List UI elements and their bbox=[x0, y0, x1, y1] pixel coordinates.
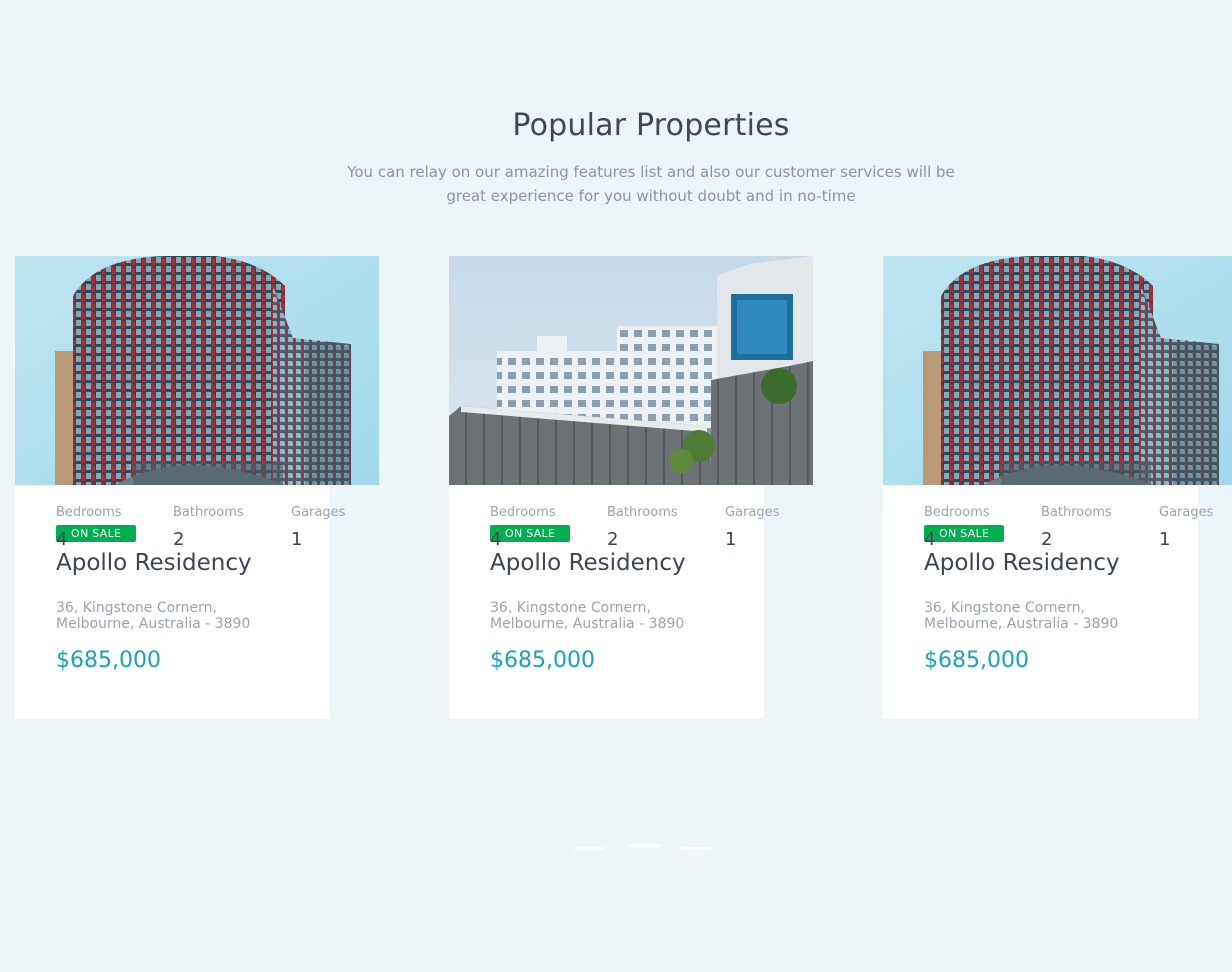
property-title[interactable]: Apollo Residency bbox=[924, 550, 1120, 576]
white-apartments-photo bbox=[449, 256, 813, 485]
carousel-dot-1[interactable] bbox=[574, 847, 605, 850]
feature-value: 2 bbox=[1041, 529, 1053, 550]
property-price: $685,000 bbox=[924, 648, 1029, 673]
feature-label: Garages bbox=[1159, 505, 1214, 520]
feature-value: 4 bbox=[56, 529, 68, 550]
red-glass-tower-photo bbox=[883, 256, 1232, 485]
feature-label: Bathrooms bbox=[607, 505, 678, 520]
property-address: 36, Kingstone Cornern, Melbourne, Austra… bbox=[490, 600, 685, 632]
feature-label: Bathrooms bbox=[1041, 505, 1112, 520]
feature-bedrooms: Bedrooms 4 bbox=[56, 505, 122, 550]
feature-bathrooms: Bathrooms 2 bbox=[1041, 505, 1112, 550]
property-title[interactable]: Apollo Residency bbox=[56, 550, 252, 576]
feature-garages: Garages 1 bbox=[291, 505, 345, 550]
feature-label: Bathrooms bbox=[173, 505, 244, 520]
section-title: Popular Properties bbox=[512, 108, 790, 143]
carousel-dot-3[interactable] bbox=[681, 847, 712, 850]
feature-label: Bedrooms bbox=[56, 505, 122, 520]
feature-value: 2 bbox=[607, 529, 619, 550]
property-image-apartments[interactable] bbox=[449, 256, 813, 485]
feature-bathrooms: Bathrooms 2 bbox=[173, 505, 244, 550]
carousel-dot-2[interactable] bbox=[628, 844, 659, 847]
property-price: $685,000 bbox=[56, 648, 161, 673]
red-glass-tower-photo bbox=[15, 256, 379, 485]
feature-label: Bedrooms bbox=[924, 505, 990, 520]
feature-label: Bedrooms bbox=[490, 505, 556, 520]
property-address: 36, Kingstone Cornern, Melbourne, Austra… bbox=[924, 600, 1119, 632]
property-price: $685,000 bbox=[490, 648, 595, 673]
feature-bathrooms: Bathrooms 2 bbox=[607, 505, 678, 550]
property-address: 36, Kingstone Cornern, Melbourne, Austra… bbox=[56, 600, 251, 632]
feature-value: 4 bbox=[490, 529, 502, 550]
section-subtitle: You can relay on our amazing features li… bbox=[347, 163, 955, 205]
feature-value: 4 bbox=[924, 529, 936, 550]
feature-garages: Garages 1 bbox=[725, 505, 779, 550]
feature-value: 1 bbox=[1159, 529, 1171, 550]
feature-garages: Garages 1 bbox=[1159, 505, 1213, 550]
feature-bedrooms: Bedrooms 4 bbox=[924, 505, 990, 550]
feature-bedrooms: Bedrooms 4 bbox=[490, 505, 556, 550]
feature-label: Garages bbox=[725, 505, 780, 520]
feature-value: 1 bbox=[725, 529, 737, 550]
feature-label: Garages bbox=[291, 505, 346, 520]
carousel-pagination bbox=[574, 844, 714, 854]
property-image-tower[interactable] bbox=[15, 256, 379, 485]
property-image-tower[interactable] bbox=[883, 256, 1232, 485]
feature-value: 1 bbox=[291, 529, 303, 550]
feature-value: 2 bbox=[173, 529, 185, 550]
property-title[interactable]: Apollo Residency bbox=[490, 550, 686, 576]
